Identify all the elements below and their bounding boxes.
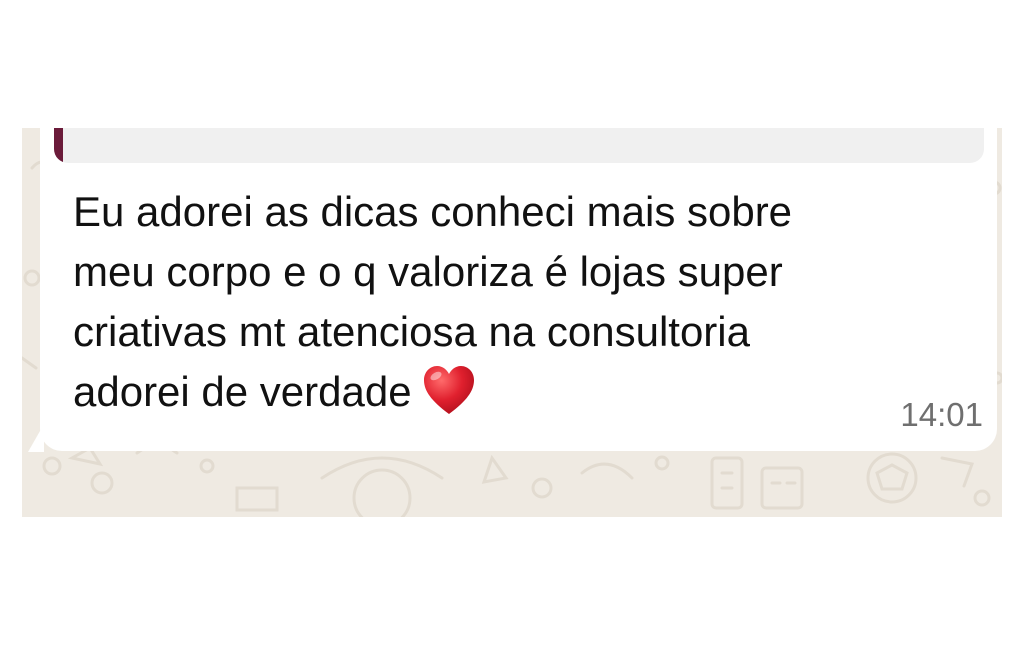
message-bubble[interactable]: Eu adorei as dicas conheci mais sobre me…: [40, 128, 997, 451]
red-heart-icon: [423, 366, 474, 414]
chat-background: Eu adorei as dicas conheci mais sobre me…: [22, 128, 1002, 517]
message-text: Eu adorei as dicas conheci mais sobre me…: [73, 182, 953, 422]
quote-accent-bar: [54, 128, 63, 163]
message-time: 14:01: [900, 396, 983, 433]
quoted-message-preview[interactable]: [54, 128, 984, 163]
